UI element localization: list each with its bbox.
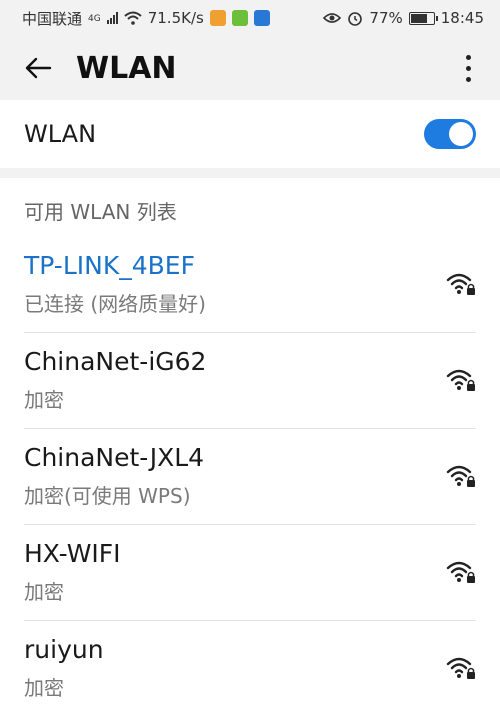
network-items: TP-LINK_4BEF 已连接 (网络质量好) ChinaNet-iG62 加密 Ch…	[0, 236, 500, 711]
status-bar-left: 中国联通 4G 71.5K/s	[22, 8, 270, 29]
network-name: HX-WIFI	[24, 539, 121, 568]
wlan-toggle-label: WLAN	[24, 120, 97, 148]
network-name: ChinaNet-iG62	[24, 347, 207, 376]
clock: 18:45	[440, 9, 484, 27]
back-arrow-icon	[25, 57, 52, 79]
network-texts: HX-WIFI 加密	[24, 539, 121, 605]
network-texts: TP-LINK_4BEF 已连接 (网络质量好)	[24, 251, 206, 317]
battery-icon	[408, 11, 438, 25]
network-status: 加密	[24, 676, 64, 700]
network-name: ruiyun	[24, 635, 104, 664]
app-notification-icon-2	[231, 10, 248, 26]
network-speed: 71.5K/s	[147, 9, 204, 27]
wifi-locked-icon	[446, 657, 475, 679]
network-item[interactable]: ruiyun 加密	[0, 620, 500, 711]
back-button[interactable]	[18, 48, 58, 88]
network-type-label: 4G	[88, 13, 101, 24]
wlan-switch[interactable]	[424, 119, 476, 149]
battery-percent: 77%	[369, 9, 403, 27]
more-dot-icon	[465, 65, 471, 71]
network-texts: ruiyun 加密	[24, 635, 104, 701]
network-item[interactable]: ChinaNet-JXL4 加密(可使用 WPS)	[0, 428, 500, 524]
wifi-locked-icon	[446, 369, 475, 391]
network-status: 加密	[24, 388, 64, 412]
app-notification-icon	[209, 10, 226, 26]
status-bar: 中国联通 4G 71.5K/s 77% 18:45	[0, 0, 500, 36]
network-status: 加密(可使用 WPS)	[24, 484, 191, 508]
alarm-icon	[348, 12, 363, 26]
more-dot-icon	[465, 76, 471, 82]
more-dot-icon	[465, 54, 471, 60]
app-bar: WLAN	[0, 36, 500, 100]
wifi-locked-icon	[446, 465, 475, 487]
network-status: 已连接 (网络质量好)	[24, 292, 206, 316]
network-name: TP-LINK_4BEF	[24, 251, 195, 280]
wlan-toggle-row[interactable]: WLAN	[0, 100, 500, 168]
wifi-locked-icon	[446, 273, 475, 295]
network-texts: ChinaNet-JXL4 加密(可使用 WPS)	[24, 443, 204, 509]
carrier-label: 中国联通	[22, 9, 83, 28]
network-item[interactable]: HX-WIFI 加密	[0, 524, 500, 620]
status-bar-right: 77% 18:45	[323, 9, 484, 27]
shield-icon	[253, 10, 270, 26]
network-name: ChinaNet-JXL4	[24, 443, 205, 472]
switch-knob	[449, 122, 473, 146]
section-title: 可用 WLAN 列表	[24, 200, 177, 224]
more-options-button[interactable]	[456, 48, 480, 88]
network-item[interactable]: TP-LINK_4BEF 已连接 (网络质量好)	[0, 236, 500, 332]
network-texts: ChinaNet-iG62 加密	[24, 347, 206, 413]
wifi-status-icon	[124, 11, 142, 25]
network-item[interactable]: ChinaNet-iG62 加密	[0, 332, 500, 428]
cell-signal-icon	[106, 12, 118, 24]
network-status: 加密	[24, 580, 64, 604]
available-networks-list: 可用 WLAN 列表 TP-LINK_4BEF 已连接 (网络质量好) ChinaN…	[0, 178, 500, 711]
wifi-locked-icon	[446, 561, 475, 583]
page-title: WLAN	[76, 50, 177, 86]
eye-icon	[323, 13, 342, 23]
